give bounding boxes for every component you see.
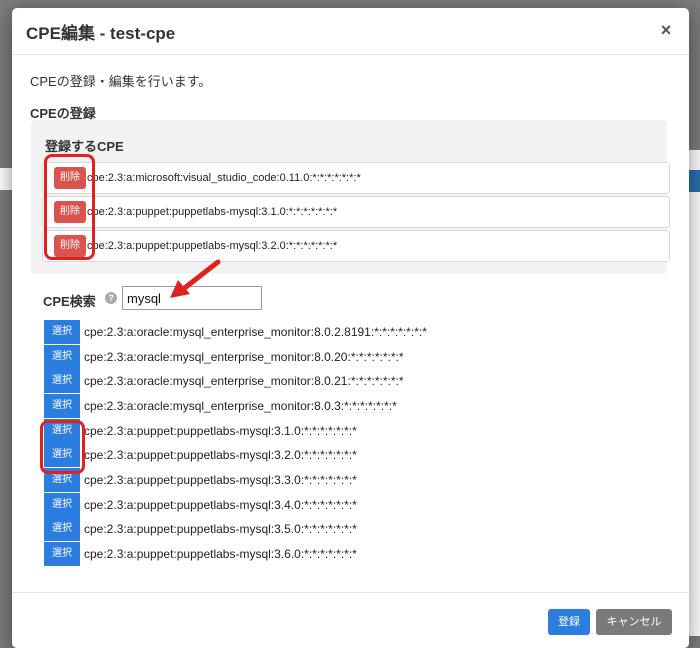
close-icon[interactable]: × (657, 21, 675, 39)
help-icon[interactable]: ? (105, 292, 117, 304)
delete-button[interactable]: 削除 (54, 201, 86, 223)
search-result-text: cpe:2.3:a:oracle:mysql_enterprise_monito… (84, 399, 397, 413)
modal-header: CPE編集 - test-cpe × (12, 8, 689, 55)
search-result-text: cpe:2.3:a:puppet:puppetlabs-mysql:3.5.0:… (84, 522, 357, 536)
search-result-row: 選択 cpe:2.3:a:oracle:mysql_enterprise_mon… (42, 394, 642, 418)
search-result-row: 選択 cpe:2.3:a:puppet:puppetlabs-mysql:3.1… (42, 419, 642, 443)
search-result-row: 選択 cpe:2.3:a:puppet:puppetlabs-mysql:3.2… (42, 443, 642, 467)
select-button[interactable]: 選択 (44, 419, 80, 443)
registered-cpe-row: 削除 cpe:2.3:a:puppet:puppetlabs-mysql:3.2… (42, 230, 670, 262)
modal-footer: 登録 キャンセル (12, 592, 689, 648)
search-result-row: 選択 cpe:2.3:a:oracle:mysql_enterprise_mon… (42, 369, 642, 393)
search-result-text: cpe:2.3:a:puppet:puppetlabs-mysql:3.4.0:… (84, 498, 357, 512)
select-button[interactable]: 選択 (44, 443, 80, 467)
select-button[interactable]: 選択 (44, 468, 80, 492)
cancel-button[interactable]: キャンセル (596, 609, 672, 635)
search-result-text: cpe:2.3:a:oracle:mysql_enterprise_monito… (84, 350, 404, 364)
cpe-search-label: CPE検索 (43, 294, 96, 309)
cpe-edit-modal: CPE編集 - test-cpe × CPEの登録・編集を行います。 CPEの登… (12, 8, 689, 648)
register-button[interactable]: 登録 (548, 609, 590, 635)
search-results-list[interactable]: 選択 cpe:2.3:a:oracle:mysql_enterprise_mon… (42, 314, 662, 572)
select-button[interactable]: 選択 (44, 369, 80, 393)
search-result-row: 選択 cpe:2.3:a:oracle:mysql_enterprise_mon… (42, 345, 642, 369)
search-result-text: cpe:2.3:a:puppet:puppetlabs-mysql:3.1.0:… (84, 424, 357, 438)
delete-button[interactable]: 削除 (54, 167, 86, 189)
registered-cpe-row: 削除 cpe:2.3:a:microsoft:visual_studio_cod… (42, 162, 670, 194)
search-result-text: cpe:2.3:a:puppet:puppetlabs-mysql:3.6.0:… (84, 547, 357, 561)
search-result-row: 選択 cpe:2.3:a:puppet:puppetlabs-mysql:3.6… (42, 542, 642, 566)
select-button[interactable]: 選択 (44, 394, 80, 418)
search-result-row: 選択 cpe:2.3:a:puppet:puppetlabs-mysql:3.5… (42, 517, 642, 541)
search-result-text: cpe:2.3:a:puppet:puppetlabs-mysql:3.3.0:… (84, 473, 357, 487)
registered-cpe-text: cpe:2.3:a:puppet:puppetlabs-mysql:3.1.0:… (87, 206, 338, 218)
registered-cpe-title: 登録するCPE (45, 139, 124, 154)
registered-cpe-text: cpe:2.3:a:puppet:puppetlabs-mysql:3.2.0:… (87, 240, 338, 252)
select-button[interactable]: 選択 (44, 517, 80, 541)
registered-cpe-row: 削除 cpe:2.3:a:puppet:puppetlabs-mysql:3.1… (42, 196, 670, 228)
registered-cpe-text: cpe:2.3:a:microsoft:visual_studio_code:0… (87, 172, 361, 184)
search-result-text: cpe:2.3:a:puppet:puppetlabs-mysql:3.2.0:… (84, 448, 357, 462)
modal-description: CPEの登録・編集を行います。 (30, 74, 212, 89)
search-result-row: 選択 cpe:2.3:a:oracle:mysql_enterprise_mon… (42, 320, 642, 344)
search-result-text: cpe:2.3:a:oracle:mysql_enterprise_monito… (84, 325, 427, 339)
select-button[interactable]: 選択 (44, 542, 80, 566)
search-result-row: 選択 cpe:2.3:a:puppet:puppetlabs-mysql:3.3… (42, 468, 642, 492)
search-result-text: cpe:2.3:a:oracle:mysql_enterprise_monito… (84, 374, 404, 388)
modal-title: CPE編集 - test-cpe (26, 23, 176, 43)
delete-button[interactable]: 削除 (54, 235, 86, 257)
select-button[interactable]: 選択 (44, 345, 80, 369)
select-button[interactable]: 選択 (44, 320, 80, 344)
registered-cpe-panel: 登録するCPE 削除 cpe:2.3:a:microsoft:visual_st… (31, 120, 670, 274)
search-result-row: 選択 cpe:2.3:a:puppet:puppetlabs-mysql:3.4… (42, 493, 642, 517)
cpe-search-input[interactable] (122, 286, 262, 310)
select-button[interactable]: 選択 (44, 493, 80, 517)
